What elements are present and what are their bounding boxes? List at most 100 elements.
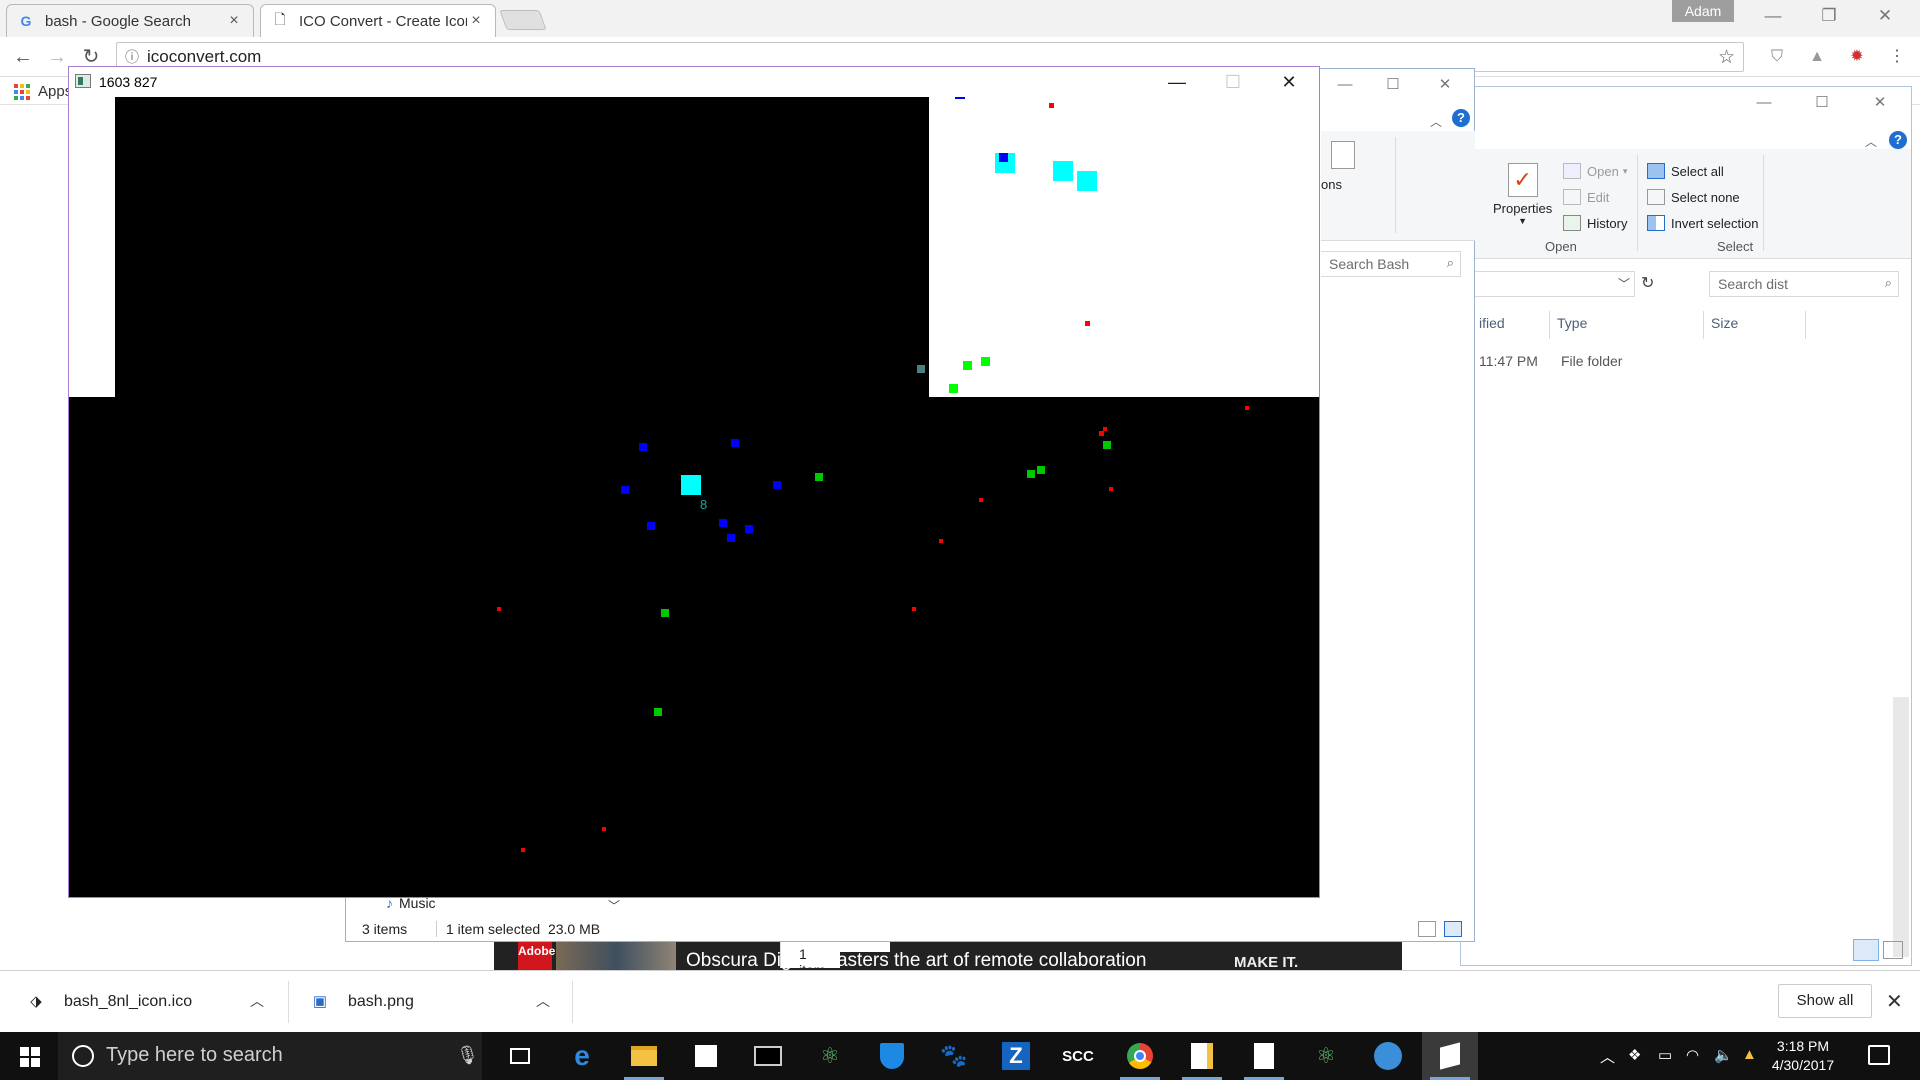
column-modified[interactable]: ified xyxy=(1479,315,1505,331)
profile-button[interactable]: Adam xyxy=(1672,0,1734,22)
help-icon[interactable]: ? xyxy=(1889,131,1907,149)
large-icons-view-icon[interactable] xyxy=(1444,921,1462,937)
active-app-icon[interactable] xyxy=(1422,1032,1478,1080)
drive-tray-icon[interactable]: ▲ xyxy=(1742,1046,1757,1063)
select-none-button[interactable]: Select none xyxy=(1647,189,1740,205)
store-icon[interactable] xyxy=(678,1032,734,1080)
chevron-up-icon[interactable]: ︿ xyxy=(250,991,264,1011)
collapse-ribbon-icon[interactable]: ︿ xyxy=(1430,113,1442,130)
minimize-button[interactable]: — xyxy=(1750,0,1796,32)
close-button[interactable]: ✕ xyxy=(1862,0,1908,32)
show-all-button[interactable]: Show all xyxy=(1778,984,1872,1018)
cluster-app-icon[interactable] xyxy=(1360,1032,1416,1080)
scrollbar[interactable] xyxy=(1893,697,1909,957)
options-icon[interactable] xyxy=(1331,141,1355,169)
restore-button[interactable]: ❐ xyxy=(1806,0,1852,32)
ribbon: ons xyxy=(1321,131,1475,241)
show-hidden-icons[interactable]: ︿ xyxy=(1600,1046,1615,1067)
minimize-button[interactable]: — xyxy=(1322,69,1368,101)
column-size[interactable]: Size xyxy=(1711,315,1738,331)
tab-close-icon[interactable]: × xyxy=(225,12,243,30)
options-label[interactable]: ons xyxy=(1321,177,1342,192)
search-input[interactable]: Search dist ⌕ xyxy=(1709,271,1899,297)
maximize-button[interactable]: ☐ xyxy=(1799,87,1845,119)
dropbox-icon[interactable]: ❖ xyxy=(1628,1046,1641,1064)
terminal-icon[interactable] xyxy=(740,1032,796,1080)
open-button[interactable]: Open ▾ xyxy=(1563,163,1627,179)
details-view-icon[interactable] xyxy=(1853,939,1879,961)
edit-button[interactable]: Edit xyxy=(1563,189,1609,205)
refresh-icon[interactable]: ↻ xyxy=(1641,273,1654,293)
back-button[interactable]: ← xyxy=(10,45,36,69)
new-tab-button[interactable] xyxy=(499,10,547,30)
close-button[interactable]: ✕ xyxy=(1261,67,1317,97)
large-icons-view-icon[interactable] xyxy=(1883,941,1903,959)
atom-2-icon[interactable]: ⚛ xyxy=(1298,1032,1354,1080)
help-icon[interactable]: ? xyxy=(1452,109,1470,127)
info-icon[interactable]: ⓘ xyxy=(121,47,143,67)
clock[interactable]: 3:18 PM 4/30/2017 xyxy=(1766,1037,1840,1075)
scc-icon[interactable]: SCC xyxy=(1050,1032,1106,1080)
select-all-button[interactable]: Select all xyxy=(1647,163,1724,179)
game-canvas[interactable]: 8 xyxy=(69,97,1319,897)
notepad-icon[interactable] xyxy=(1174,1032,1230,1080)
ad-banner[interactable]: Adobe Obscura Digital masters the art of… xyxy=(494,940,1402,970)
forward-button[interactable]: → xyxy=(44,45,70,69)
apps-grid-icon[interactable] xyxy=(14,84,30,100)
maximize-button[interactable]: ☐ xyxy=(1205,67,1261,97)
close-button[interactable]: ✕ xyxy=(1857,87,1903,119)
shield-extension-icon[interactable]: ⛉ xyxy=(1766,46,1788,68)
taskbar-search[interactable]: Type here to search 🎙 xyxy=(58,1032,482,1080)
action-center-icon[interactable] xyxy=(1868,1045,1890,1065)
download-item-png[interactable]: ▣ bash.png ︿ xyxy=(312,971,556,1033)
tab-close-icon[interactable]: × xyxy=(467,12,485,30)
google-icon: G xyxy=(20,13,32,29)
wifi-icon[interactable]: ◠ xyxy=(1686,1046,1699,1064)
file-explorer-icon[interactable] xyxy=(616,1032,672,1080)
atom-icon[interactable]: ⚛ xyxy=(802,1032,858,1080)
bookmark-star-icon[interactable]: ☆ xyxy=(1718,46,1735,69)
row-modified[interactable]: 11:47 PM xyxy=(1479,353,1538,369)
invert-selection-button[interactable]: Invert selection xyxy=(1647,215,1758,231)
volume-icon[interactable]: 🔈 xyxy=(1714,1046,1733,1064)
battery-icon[interactable]: ▭ xyxy=(1658,1046,1672,1064)
microphone-icon[interactable]: 🎙 xyxy=(456,1045,479,1066)
row-type[interactable]: File folder xyxy=(1561,353,1622,369)
column-type[interactable]: Type xyxy=(1557,315,1587,331)
menu-icon[interactable]: ⋮ xyxy=(1886,46,1908,68)
close-button[interactable]: ✕ xyxy=(1422,69,1468,101)
defender-icon[interactable] xyxy=(864,1032,920,1080)
chevron-down-icon[interactable]: ﹀ xyxy=(1618,275,1630,292)
red-extension-icon[interactable]: ✹ xyxy=(1846,46,1868,68)
gimp-icon[interactable]: 🐾 xyxy=(926,1032,982,1080)
download-item-ico[interactable]: ⬗ bash_8nl_icon.ico ︿ xyxy=(28,971,272,1033)
green-block xyxy=(963,361,972,370)
edge-icon[interactable]: e xyxy=(554,1032,610,1080)
player-cyan-block xyxy=(681,475,701,495)
properties-button[interactable]: ✓ Properties ▼ xyxy=(1493,163,1552,226)
filezilla-icon[interactable]: Z xyxy=(988,1032,1044,1080)
drive-extension-icon[interactable]: ▲ xyxy=(1806,46,1828,68)
tab-google-search[interactable]: G bash - Google Search × xyxy=(6,4,254,37)
document-icon[interactable] xyxy=(1236,1032,1292,1080)
chrome-icon[interactable] xyxy=(1112,1032,1168,1080)
chevron-down-icon[interactable]: ﹀ xyxy=(608,897,620,914)
tab-ico-convert[interactable]: 🗋 ICO Convert - Create Icons × xyxy=(260,4,496,37)
start-button[interactable] xyxy=(0,1032,58,1080)
minimize-button[interactable]: — xyxy=(1741,87,1787,119)
edit-icon xyxy=(1563,189,1581,205)
task-view-icon[interactable] xyxy=(492,1032,548,1080)
chevron-up-icon[interactable]: ︿ xyxy=(536,991,550,1011)
details-view-icon[interactable] xyxy=(1418,921,1436,937)
blue-block xyxy=(727,534,735,542)
close-downloads-icon[interactable]: ✕ xyxy=(1886,989,1903,1014)
address-bar[interactable]: ﹀ xyxy=(1459,271,1635,297)
history-button[interactable]: History xyxy=(1563,215,1627,231)
collapse-ribbon-icon[interactable]: ︿ xyxy=(1865,133,1877,150)
clock-time: 3:18 PM xyxy=(1776,1038,1830,1054)
search-input[interactable]: Search Bash ⌕ xyxy=(1321,251,1461,277)
minimize-button[interactable]: — xyxy=(1149,67,1205,97)
ad-tagline: MAKE IT. xyxy=(1234,954,1299,970)
maximize-button[interactable]: ☐ xyxy=(1370,69,1416,101)
game-title: 1603 827 xyxy=(99,74,158,90)
